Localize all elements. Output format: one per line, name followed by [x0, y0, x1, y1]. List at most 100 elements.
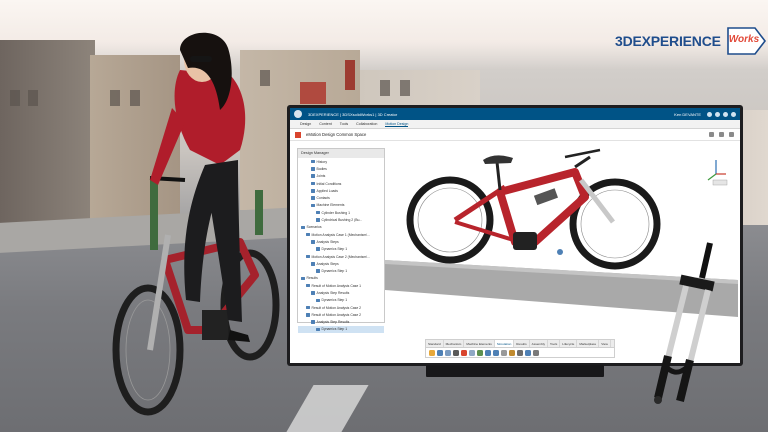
- orientation-axes-icon[interactable]: [704, 156, 728, 186]
- tree-item[interactable]: Result of Motion Analysis Case 2: [298, 311, 384, 318]
- brand-logo: 3DEXPERIENCE Works: [615, 26, 767, 56]
- brand-badge: Works: [725, 26, 767, 56]
- tree-item[interactable]: Contacts: [298, 194, 384, 201]
- tree-node-icon: [311, 159, 315, 164]
- action-tab-standard[interactable]: Standard: [426, 340, 444, 347]
- compass-icon[interactable]: [294, 110, 302, 118]
- close-icon[interactable]: [729, 132, 734, 137]
- design-manager-tree: Design Manager History Bodies Joints Initia…: [297, 148, 385, 334]
- tree-rows: History Bodies Joints Initial Conditions App…: [298, 158, 384, 334]
- action-tab-lifecycle[interactable]: Lifecycle: [560, 340, 578, 347]
- report-icon[interactable]: [509, 349, 515, 356]
- tree-item[interactable]: Analysis Steps: [298, 238, 384, 245]
- window: [400, 80, 410, 96]
- action-tab-results[interactable]: Results: [514, 340, 530, 347]
- menu-tab-content[interactable]: Content: [319, 122, 332, 126]
- menu-tab-design[interactable]: Design: [300, 122, 311, 126]
- tree-node-icon: [316, 298, 320, 303]
- solver-icon[interactable]: [445, 349, 451, 356]
- section-icon[interactable]: [525, 349, 531, 356]
- tree-node-icon: [311, 291, 315, 295]
- tree-item[interactable]: Analysis Steps: [298, 260, 384, 267]
- tree-item-label: Results: [306, 276, 318, 281]
- sensor-icon[interactable]: [477, 349, 483, 356]
- tree-item[interactable]: Cylinder Bushing 1: [298, 209, 384, 216]
- tree-item[interactable]: Result of Motion Analysis Case 1: [298, 282, 384, 289]
- help-icon[interactable]: [731, 111, 736, 117]
- tree-item-label: Cylinder Bushing 1: [321, 210, 350, 215]
- share-icon[interactable]: [723, 111, 728, 117]
- redo-icon[interactable]: [493, 349, 499, 356]
- tree-node-icon: [316, 218, 320, 222]
- action-tab-assembly[interactable]: Assembly: [530, 340, 549, 347]
- plot-icon[interactable]: [461, 349, 467, 356]
- window: [28, 90, 38, 106]
- animate-icon[interactable]: [469, 349, 475, 356]
- expand-icon[interactable]: [719, 132, 724, 137]
- tree-node-icon: [306, 305, 310, 310]
- tree-item-label: Joints: [316, 174, 326, 179]
- document-bar: eMotion Design Common Space: [290, 129, 740, 141]
- tree-item[interactable]: Analysis Step Results: [298, 289, 384, 296]
- tree-item[interactable]: Motion Analysis Case 1 (Mechanism/...: [298, 231, 384, 238]
- tree-node-icon: [316, 269, 320, 273]
- tree-item[interactable]: Results: [298, 275, 384, 282]
- results-icon[interactable]: [453, 349, 459, 356]
- action-tab-view[interactable]: View: [599, 340, 611, 347]
- tree-node-icon: [311, 167, 315, 171]
- action-bar: Standard Mechanism Machine Elements Simulat…: [425, 339, 615, 359]
- run-simulation-icon[interactable]: [429, 349, 435, 356]
- tree-node-icon: [301, 276, 305, 281]
- tree-item-label: Applied Loads: [316, 188, 339, 193]
- tree-item[interactable]: Dynamics Step 1: [298, 325, 384, 334]
- measure-icon[interactable]: [501, 349, 507, 356]
- shop-sign: [345, 60, 355, 90]
- tree-item[interactable]: Joints: [298, 173, 384, 180]
- mesh-icon[interactable]: [437, 349, 443, 356]
- action-tab-tools[interactable]: Tools: [548, 340, 561, 347]
- monitor-stand: [426, 365, 604, 377]
- tree-item-label: Bodies: [316, 166, 327, 171]
- tree-item[interactable]: Scenarios: [298, 224, 384, 231]
- menu-tab-tools[interactable]: Tools: [340, 122, 348, 126]
- tree-item[interactable]: Dynamics Step 1: [298, 267, 384, 274]
- menu-tab-collaboration[interactable]: Collaboration: [356, 122, 377, 126]
- add-icon[interactable]: [715, 111, 720, 117]
- tree-item[interactable]: Bodies: [298, 165, 384, 172]
- tree-node-icon: [306, 232, 310, 237]
- tree-item[interactable]: Applied Loads: [298, 187, 384, 194]
- view-icon[interactable]: [533, 349, 539, 356]
- tree-item[interactable]: Dynamics Step 1: [298, 246, 384, 253]
- more-icon[interactable]: [517, 349, 523, 356]
- tree-item-label: Initial Conditions: [316, 181, 342, 186]
- menu-tab-motion-design[interactable]: Motion Design: [385, 122, 409, 127]
- settings-icon[interactable]: [709, 132, 714, 137]
- tree-node-icon: [311, 189, 315, 193]
- tree-item-label: Dynamics Step 1: [321, 327, 348, 332]
- suspension-fork-image: [654, 242, 715, 404]
- avatar-icon[interactable]: [707, 111, 712, 117]
- tree-item[interactable]: Result of Motion Analysis Case 2: [298, 304, 384, 311]
- user-name[interactable]: Ken DEVANTE: [674, 112, 701, 117]
- tree-item[interactable]: Dynamics Step 1: [298, 297, 384, 304]
- tree-item-label: Dynamics Step 1: [321, 247, 348, 252]
- tree-item[interactable]: Motion Analysis Case 2 (Mechanism/...: [298, 253, 384, 260]
- tree-node-icon: [301, 225, 305, 230]
- tree-item[interactable]: History: [298, 158, 384, 165]
- tree-node-icon: [306, 313, 310, 317]
- tree-node-icon: [316, 247, 320, 251]
- action-tab-mechanism[interactable]: Mechanism: [444, 340, 465, 347]
- tree-node-icon: [311, 320, 315, 324]
- action-tab-machine-elements[interactable]: Machine Elements: [464, 340, 495, 347]
- undo-icon[interactable]: [485, 349, 491, 356]
- tree-item[interactable]: Machine Elements: [298, 202, 384, 209]
- tree-item[interactable]: Analysis Step Results: [298, 319, 384, 326]
- tree-item-label: Dynamics Step 1: [321, 298, 348, 303]
- action-tab-marketplace[interactable]: Marketplace: [577, 340, 600, 347]
- tree-item[interactable]: Initial Conditions: [298, 180, 384, 187]
- tree-node-icon: [316, 327, 320, 332]
- brand-name: 3DEXPERIENCE: [615, 33, 721, 49]
- action-tab-simulation[interactable]: Simulation: [494, 340, 515, 347]
- top-bar-icons: [707, 111, 736, 117]
- tree-item[interactable]: Cylindrical Bushing 2 (Bu...: [298, 216, 384, 223]
